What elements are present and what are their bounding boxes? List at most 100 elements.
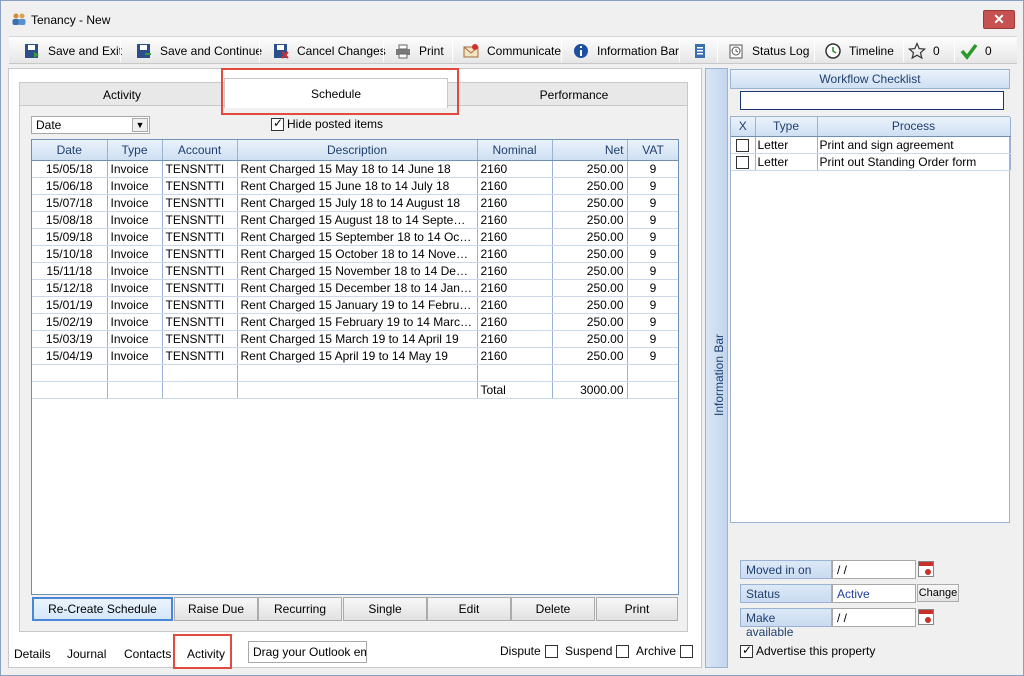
calendar-icon[interactable]: [918, 561, 934, 577]
outlook-drop-zone[interactable]: Drag your Outlook emails here: [248, 641, 367, 663]
hide-posted-toggle[interactable]: Hide posted items: [271, 116, 384, 131]
column-header-description[interactable]: Description: [237, 140, 478, 161]
moved-in-field[interactable]: / /: [832, 560, 916, 579]
table-row[interactable]: 15/04/19 Invoice TENSNTTI Rent Charged 15 A…: [32, 347, 678, 365]
timeline-label: Timeline: [849, 43, 894, 58]
table-row[interactable]: 15/10/18 Invoice TENSNTTI Rent Charged 15 O…: [32, 245, 678, 263]
advertise-toggle[interactable]: Advertise this property: [740, 643, 875, 658]
hide-posted-label: Hide posted items: [287, 117, 384, 131]
column-header-vat[interactable]: VAT: [627, 140, 678, 161]
workflow-checkbox[interactable]: [736, 155, 750, 169]
table-row[interactable]: 15/05/18 Invoice TENSNTTI Rent Charged 15 M…: [32, 160, 678, 178]
cell-nominal: 2160: [477, 313, 553, 331]
information-bar-button[interactable]: Information Bar: [572, 37, 679, 64]
table-row[interactable]: 15/07/18 Invoice TENSNTTI Rent Charged 15 J…: [32, 194, 678, 212]
advertise-checkbox[interactable]: [740, 643, 753, 658]
bottom-tab-contacts[interactable]: Contacts: [124, 641, 171, 667]
table-row[interactable]: 15/03/19 Invoice TENSNTTI Rent Charged 15 M…: [32, 330, 678, 348]
table-row[interactable]: 15/12/18 Invoice TENSNTTI Rent Charged 15 D…: [32, 279, 678, 297]
grid-header-row: Date Type Account Description Nominal Ne…: [32, 140, 678, 161]
total-value: 3000.00: [552, 381, 628, 399]
communicate-button[interactable]: Communicate: [462, 37, 561, 64]
cancel-changes-button[interactable]: Cancel Changes: [272, 37, 386, 64]
workflow-checkbox[interactable]: [736, 138, 750, 152]
edit-button[interactable]: Edit: [427, 597, 511, 621]
column-header-date[interactable]: Date: [32, 140, 108, 161]
save-and-continue-button[interactable]: Save and Continue: [135, 37, 262, 64]
workflow-search-input[interactable]: [740, 91, 1004, 110]
change-status-button[interactable]: Change: [917, 584, 959, 602]
make-available-field[interactable]: / /: [832, 608, 916, 627]
cell-type: Invoice: [107, 177, 163, 195]
print-schedule-button[interactable]: Print: [596, 597, 678, 621]
favourite-button[interactable]: 0: [908, 37, 940, 64]
cell-type: Invoice: [107, 194, 163, 212]
cell-account: TENSNTTI: [162, 194, 238, 212]
cell-empty: [162, 381, 238, 399]
close-button[interactable]: ✕: [983, 10, 1015, 29]
recurring-button[interactable]: Recurring: [258, 597, 342, 621]
column-header-account[interactable]: Account: [162, 140, 238, 161]
column-header-x[interactable]: X: [731, 117, 756, 137]
toolbar-separator: [814, 40, 815, 62]
dispute-toggle[interactable]: Dispute: [500, 644, 558, 658]
cell-type: Invoice: [107, 211, 163, 229]
table-row[interactable]: 15/06/18 Invoice TENSNTTI Rent Charged 15 J…: [32, 177, 678, 195]
table-row[interactable]: 15/01/19 Invoice TENSNTTI Rent Charged 15 J…: [32, 296, 678, 314]
toolbar-separator: [383, 40, 384, 62]
tab-performance-label: Performance: [539, 88, 609, 102]
timeline-button[interactable]: Timeline: [824, 37, 894, 64]
column-header-type[interactable]: Type: [755, 117, 818, 137]
bottom-tab-details[interactable]: Details: [14, 641, 51, 667]
single-button[interactable]: Single: [343, 597, 427, 621]
tab-performance[interactable]: Performance: [460, 83, 688, 107]
cell-empty: [107, 381, 163, 399]
column-header-process[interactable]: Process: [817, 117, 1011, 137]
bottom-tab-activity[interactable]: Activity: [187, 641, 225, 667]
empty-row[interactable]: [32, 364, 678, 382]
cell-date: 15/02/19: [32, 313, 108, 331]
cell-description: Rent Charged 15 October 18 to 14 Novembe…: [237, 245, 478, 263]
column-header-nominal[interactable]: Nominal: [477, 140, 553, 161]
notes-button[interactable]: [691, 37, 716, 64]
suspend-checkbox[interactable]: [616, 644, 630, 658]
calendar-icon[interactable]: [918, 609, 934, 625]
cell-type: Invoice: [107, 347, 163, 365]
print-button[interactable]: Print: [394, 37, 444, 64]
recreate-schedule-button[interactable]: Re-Create Schedule: [32, 597, 173, 621]
highlight-box: [221, 68, 459, 115]
raise-due-button[interactable]: Raise Due: [174, 597, 258, 621]
save-and-exit-label: Save and Exit: [48, 43, 123, 58]
column-header-type[interactable]: Type: [107, 140, 163, 161]
table-row[interactable]: 15/09/18 Invoice TENSNTTI Rent Charged 15 S…: [32, 228, 678, 246]
save-and-exit-button[interactable]: Save and Exit: [23, 37, 122, 64]
delete-button[interactable]: Delete: [511, 597, 595, 621]
approve-button[interactable]: 0: [960, 37, 992, 64]
tab-activity[interactable]: Activity: [20, 83, 224, 107]
hide-posted-checkbox[interactable]: [271, 116, 284, 131]
column-header-net[interactable]: Net: [552, 140, 628, 161]
cell-type: Invoice: [107, 245, 163, 263]
table-row[interactable]: 15/02/19 Invoice TENSNTTI Rent Charged 15 F…: [32, 313, 678, 331]
archive-checkbox[interactable]: [680, 644, 694, 658]
table-row[interactable]: 15/11/18 Invoice TENSNTTI Rent Charged 15 N…: [32, 262, 678, 280]
status-log-label: Status Log: [752, 43, 810, 58]
bottom-tab-journal[interactable]: Journal: [67, 641, 106, 667]
cell-vat: 9: [627, 177, 678, 195]
archive-toggle[interactable]: Archive: [636, 644, 694, 658]
cell-date: 15/05/18: [32, 160, 108, 178]
dispute-checkbox[interactable]: [544, 644, 558, 658]
workflow-row[interactable]: Letter Print and sign agreement: [731, 136, 1011, 154]
table-row[interactable]: 15/08/18 Invoice TENSNTTI Rent Charged 15 A…: [32, 211, 678, 229]
date-filter-select[interactable]: Date ▼: [31, 116, 150, 134]
cell-type: Invoice: [107, 228, 163, 246]
cell-description: Rent Charged 15 November 18 to 14 Decemb…: [237, 262, 478, 280]
cell-empty: [552, 364, 628, 382]
status-field[interactable]: Active: [832, 584, 916, 603]
status-log-button[interactable]: Status Log: [727, 37, 809, 64]
workflow-row[interactable]: Letter Print out Standing Order form: [731, 153, 1011, 171]
information-bar-toggle[interactable]: Information Bar: [705, 68, 728, 668]
suspend-toggle[interactable]: Suspend: [565, 644, 630, 658]
toolbar-separator: [259, 40, 260, 62]
tab-activity-label: Activity: [102, 88, 141, 102]
